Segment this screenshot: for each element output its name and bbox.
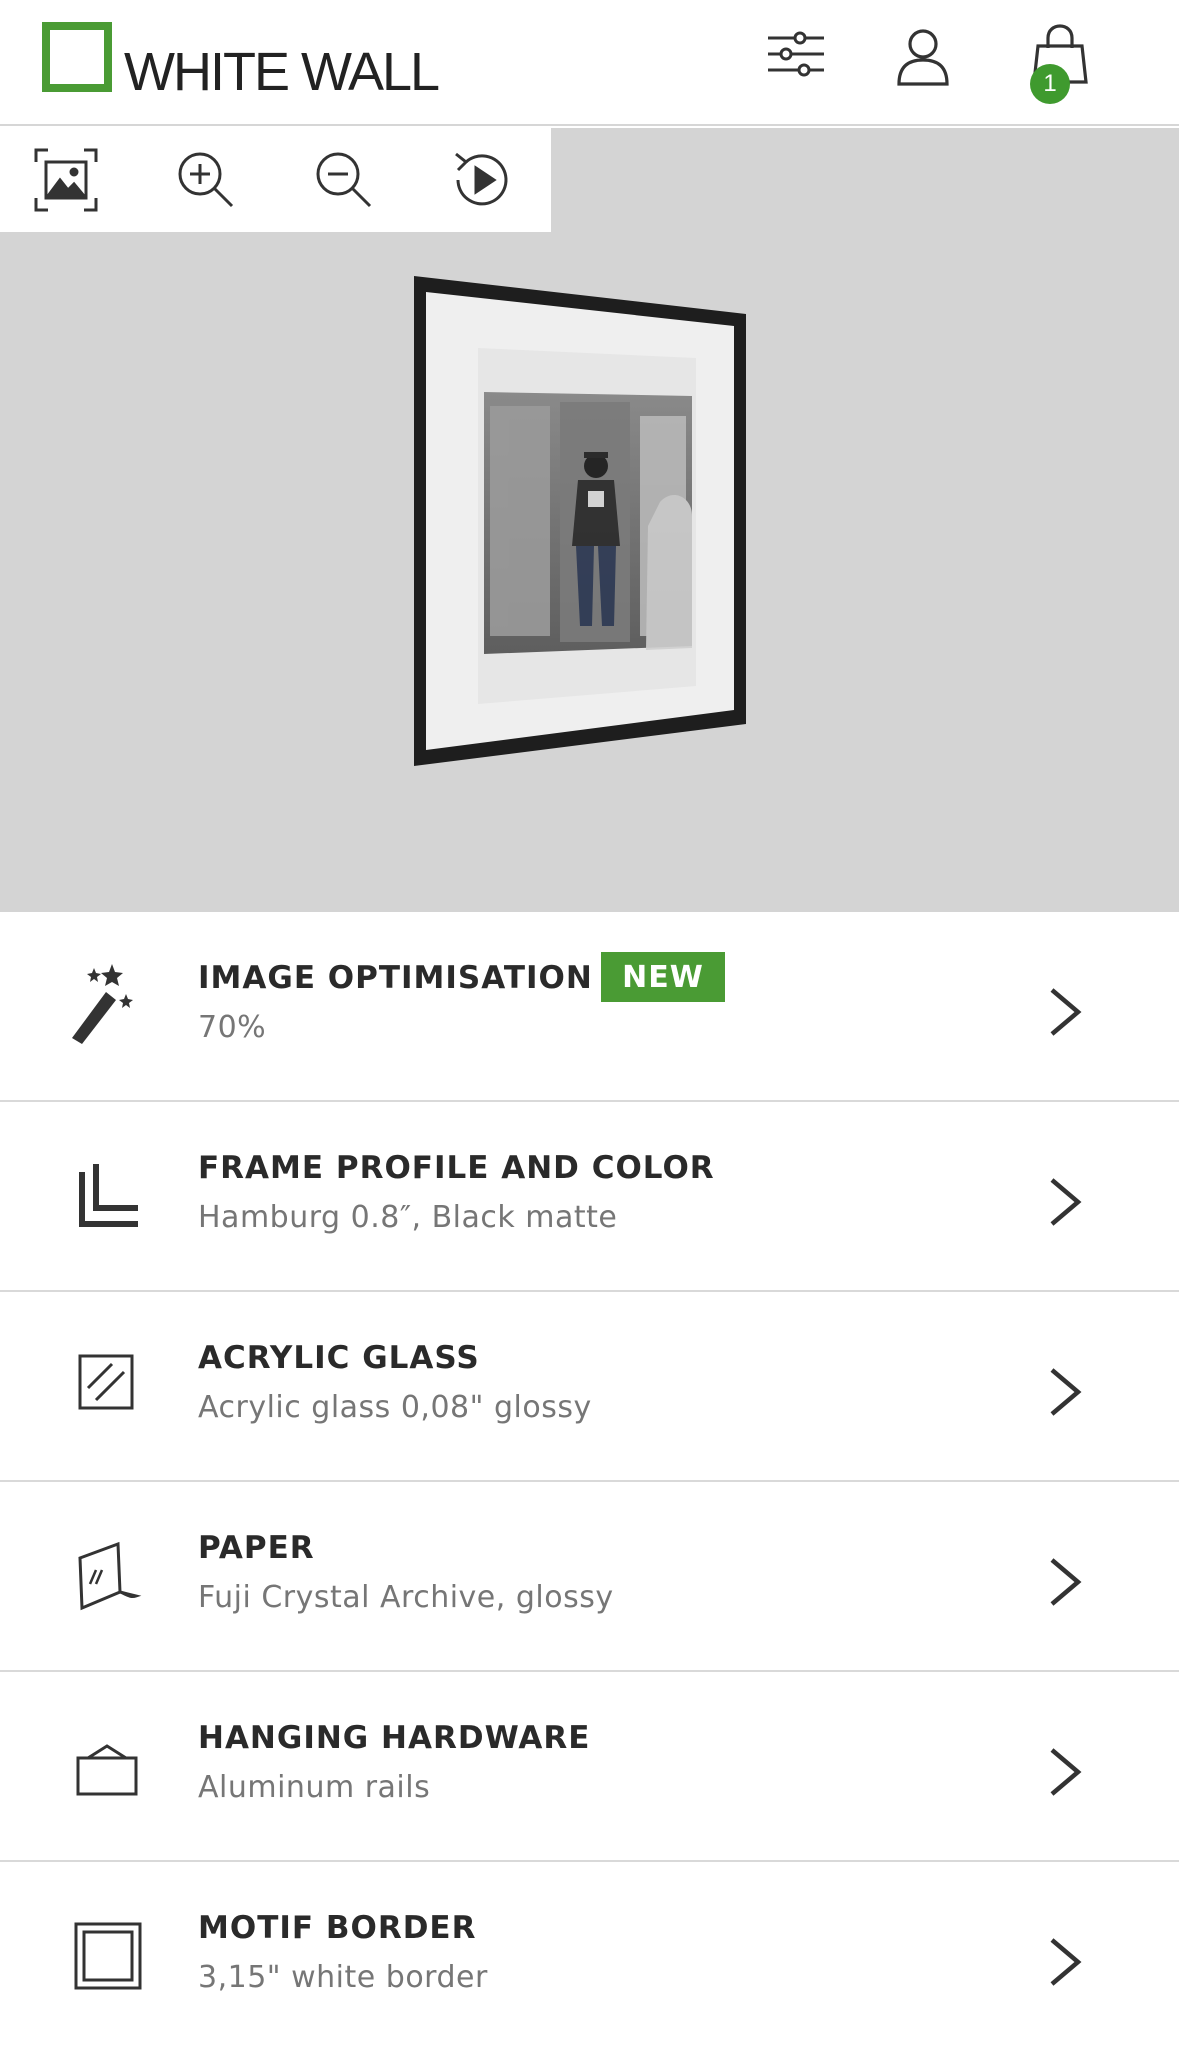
- zoom-out-icon[interactable]: [304, 140, 384, 220]
- option-value: 3,15" white border: [198, 1960, 488, 1995]
- frame-profile-icon: [79, 1164, 138, 1227]
- replay-icon[interactable]: [442, 140, 522, 220]
- option-value: Fuji Crystal Archive, glossy: [198, 1580, 614, 1615]
- option-value: Hamburg 0.8″, Black matte: [198, 1200, 618, 1235]
- cart-count-badge: 1: [1030, 64, 1070, 104]
- option-hanging-hardware[interactable]: HANGING HARDWARE Aluminum rails: [0, 1672, 1179, 1862]
- preview-toolbar: [0, 128, 551, 232]
- option-motif-border[interactable]: MOTIF BORDER 3,15" white border: [0, 1862, 1179, 2048]
- option-title: ACRYLIC GLASS: [198, 1340, 480, 1376]
- chevron-right-icon: [1050, 1178, 1082, 1226]
- option-paper[interactable]: PAPER Fuji Crystal Archive, glossy: [0, 1482, 1179, 1672]
- chevron-right-icon: [1050, 1938, 1082, 1986]
- logo-square: [42, 22, 112, 92]
- chevron-right-icon: [1050, 1558, 1082, 1606]
- chevron-right-icon: [1050, 988, 1082, 1036]
- option-title: PAPER: [198, 1530, 315, 1566]
- fit-image-icon[interactable]: [26, 140, 106, 220]
- option-value: Aluminum rails: [198, 1770, 431, 1805]
- zoom-in-icon[interactable]: [166, 140, 246, 220]
- hanging-hardware-icon: [76, 1744, 138, 1796]
- option-value: Acrylic glass 0,08" glossy: [198, 1390, 592, 1425]
- logo-text: WHITE WALL: [124, 42, 440, 102]
- option-image-optimisation[interactable]: IMAGE OPTIMISATION NEW 70%: [0, 912, 1179, 1102]
- border-icon: [74, 1922, 142, 1990]
- option-title: IMAGE OPTIMISATION: [198, 960, 593, 996]
- product-preview[interactable]: [0, 128, 1179, 912]
- glass-icon: [78, 1354, 134, 1410]
- paper-icon: [78, 1541, 142, 1611]
- magic-wand-icon: [72, 964, 133, 1044]
- chevron-right-icon: [1050, 1748, 1082, 1796]
- option-title: MOTIF BORDER: [198, 1910, 477, 1946]
- option-frame-profile[interactable]: FRAME PROFILE AND COLOR Hamburg 0.8″, Bl…: [0, 1102, 1179, 1292]
- app-header: WHITE WALL 1: [0, 0, 1179, 126]
- configuration-options: IMAGE OPTIMISATION NEW 70% FRAME PROFILE…: [0, 912, 1179, 2048]
- framed-artwork-preview[interactable]: [410, 276, 750, 766]
- chevron-right-icon: [1050, 1368, 1082, 1416]
- option-title: FRAME PROFILE AND COLOR: [198, 1150, 715, 1186]
- option-value: 70%: [198, 1010, 267, 1045]
- filter-sliders-icon[interactable]: [760, 22, 832, 94]
- new-badge: NEW: [601, 952, 725, 1002]
- account-icon[interactable]: [887, 22, 959, 94]
- option-title: HANGING HARDWARE: [198, 1720, 591, 1756]
- option-acrylic-glass[interactable]: ACRYLIC GLASS Acrylic glass 0,08" glossy: [0, 1292, 1179, 1482]
